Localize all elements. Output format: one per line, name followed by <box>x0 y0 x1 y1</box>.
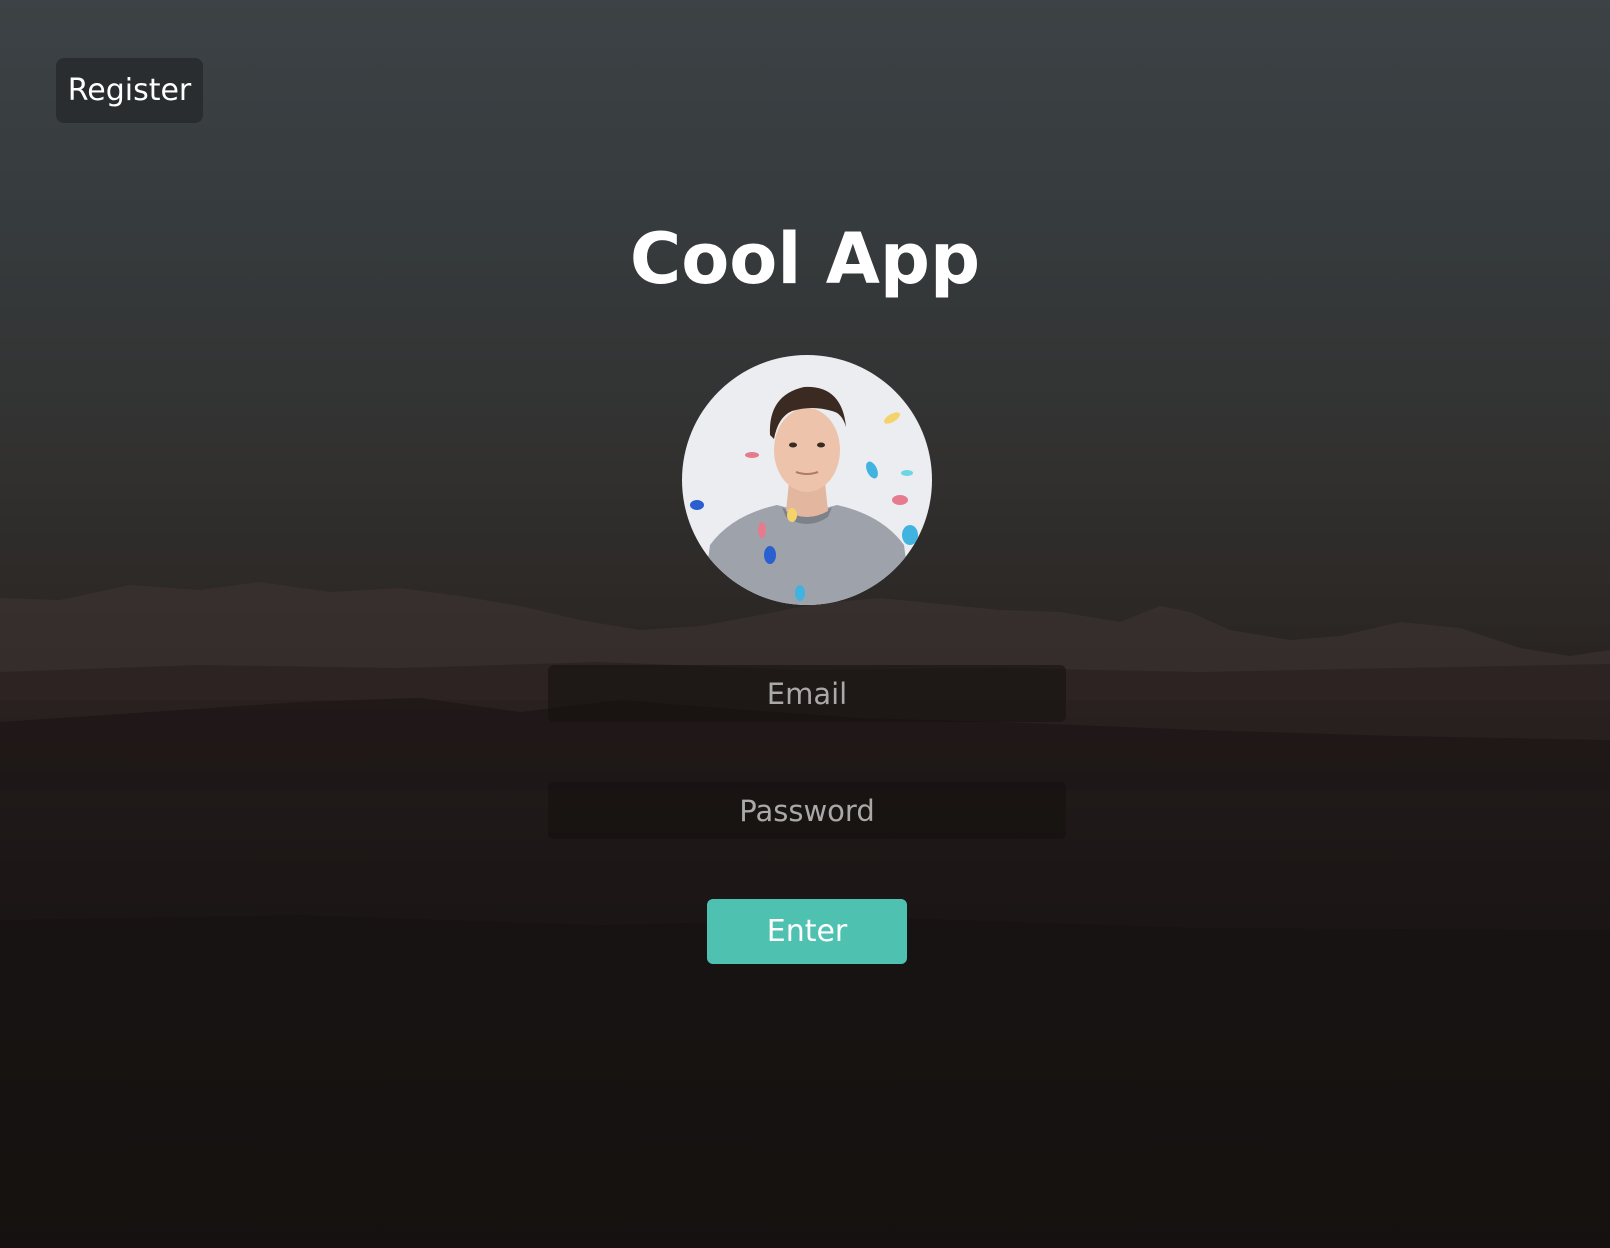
user-avatar-photo-icon <box>682 355 932 605</box>
register-button[interactable]: Register <box>56 58 203 123</box>
password-field[interactable] <box>548 782 1066 839</box>
app-title: Cool App <box>629 218 981 300</box>
enter-button[interactable]: Enter <box>707 899 907 964</box>
email-field[interactable] <box>548 665 1066 722</box>
avatar <box>682 355 932 605</box>
background-landscape <box>0 582 1610 1248</box>
